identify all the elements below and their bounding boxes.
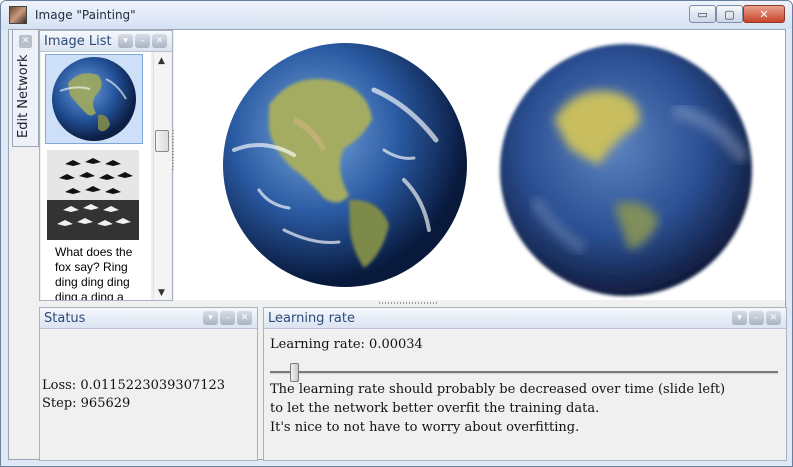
learning-rate-slider-track[interactable] bbox=[270, 371, 778, 374]
scroll-thumb[interactable] bbox=[155, 130, 169, 152]
learning-rate-note-1: The learning rate should probably be dec… bbox=[270, 382, 726, 397]
title-bar[interactable]: Image "Painting" ▭ ▢ ✕ bbox=[1, 1, 792, 29]
status-header: Status ▾ – ✕ bbox=[40, 308, 257, 329]
tab-edit-network-label: Edit Network bbox=[16, 54, 31, 138]
image-list-header: Image List ▾ – ✕ bbox=[40, 31, 172, 52]
minimize-icon: ▭ bbox=[697, 7, 708, 21]
list-item-birds[interactable] bbox=[45, 150, 143, 240]
app-window: Image "Painting" ▭ ▢ ✕ ✕ Edit Network Im… bbox=[0, 0, 793, 467]
minimize-button[interactable]: ▭ bbox=[689, 5, 716, 23]
maximize-button[interactable]: ▢ bbox=[716, 5, 743, 23]
scroll-up-icon[interactable]: ▲ bbox=[158, 56, 165, 66]
learning-rate-slider-handle[interactable] bbox=[289, 363, 299, 382]
maximize-icon: ▢ bbox=[724, 7, 735, 21]
learning-rate-note-2: to let the network better overfit the tr… bbox=[270, 401, 600, 416]
birds-thumbnail bbox=[47, 150, 139, 240]
scroll-down-icon[interactable]: ▼ bbox=[158, 288, 165, 298]
learning-rate-note-3: It's nice to not have to worry about ove… bbox=[270, 420, 580, 435]
loss-value: Loss: 0.0115223039307123 bbox=[42, 378, 226, 393]
learning-rate-panel: Learning rate ▾ – ✕ Learning rate: 0.000… bbox=[263, 307, 787, 461]
dropdown-icon[interactable]: ▾ bbox=[118, 34, 133, 48]
tab-edit-network[interactable]: ✕ Edit Network bbox=[12, 30, 39, 147]
image-pair bbox=[223, 43, 752, 296]
close-icon[interactable]: ✕ bbox=[19, 35, 32, 48]
minimize-icon[interactable]: – bbox=[135, 34, 150, 48]
window-title: Image "Painting" bbox=[35, 8, 136, 22]
client-area: ✕ Edit Network Image List ▾ – ✕ What doe… bbox=[8, 29, 787, 461]
close-button[interactable]: ✕ bbox=[743, 5, 785, 23]
earth-thumbnail bbox=[52, 57, 136, 141]
status-panel: Status ▾ – ✕ Loss: 0.0115223039307123 St… bbox=[39, 307, 258, 461]
list-item-earth[interactable] bbox=[45, 54, 143, 144]
image-list-scrollbar[interactable]: ▲ ▼ bbox=[153, 52, 171, 300]
learning-rate-title: Learning rate bbox=[268, 311, 355, 326]
minimize-icon[interactable]: – bbox=[220, 311, 235, 325]
close-icon[interactable]: ✕ bbox=[152, 34, 167, 48]
list-item-text[interactable]: What does the fox say? Ring ding ding di… bbox=[55, 245, 145, 300]
minimize-icon[interactable]: – bbox=[749, 311, 764, 325]
status-title: Status bbox=[44, 311, 86, 326]
close-icon[interactable]: ✕ bbox=[766, 311, 781, 325]
close-icon[interactable]: ✕ bbox=[237, 311, 252, 325]
image-canvas bbox=[174, 30, 785, 300]
original-earth-image bbox=[223, 43, 467, 287]
horizontal-splitter[interactable] bbox=[379, 302, 439, 304]
dropdown-icon[interactable]: ▾ bbox=[203, 311, 218, 325]
image-list-title: Image List bbox=[44, 34, 112, 49]
dropdown-icon[interactable]: ▾ bbox=[732, 311, 747, 325]
learning-rate-label: Learning rate: 0.00034 bbox=[270, 337, 423, 352]
image-list-panel: Image List ▾ – ✕ What does the fox say? … bbox=[39, 30, 173, 301]
painted-earth-image bbox=[500, 44, 752, 296]
close-icon: ✕ bbox=[759, 7, 769, 21]
image-list[interactable]: What does the fox say? Ring ding ding di… bbox=[41, 52, 151, 300]
learning-rate-header: Learning rate ▾ – ✕ bbox=[264, 308, 786, 329]
app-icon bbox=[9, 6, 27, 24]
step-value: Step: 965629 bbox=[42, 396, 131, 411]
